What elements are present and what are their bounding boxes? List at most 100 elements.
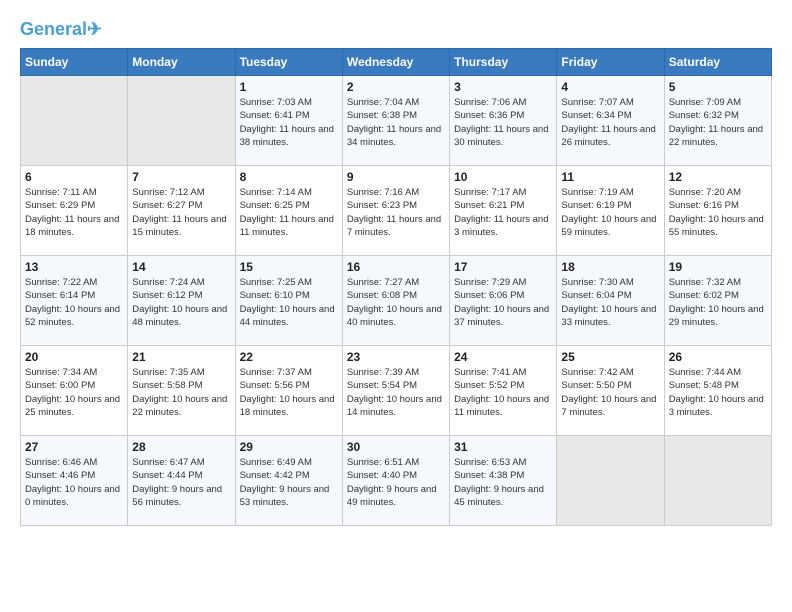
- calendar-day-cell: 25 Sunrise: 7:42 AMSunset: 5:50 PMDayligh…: [557, 346, 664, 436]
- calendar-day-cell: 27 Sunrise: 6:46 AMSunset: 4:46 PMDayligh…: [21, 436, 128, 526]
- calendar-day-cell: 15 Sunrise: 7:25 AMSunset: 6:10 PMDayligh…: [235, 256, 342, 346]
- calendar-day-cell: 13 Sunrise: 7:22 AMSunset: 6:14 PMDayligh…: [21, 256, 128, 346]
- logo-text-line1: General✈: [20, 20, 102, 38]
- day-info: Sunrise: 7:20 AMSunset: 6:16 PMDaylight:…: [669, 186, 767, 239]
- day-info: Sunrise: 6:51 AMSunset: 4:40 PMDaylight:…: [347, 456, 445, 509]
- day-info: Sunrise: 7:37 AMSunset: 5:56 PMDaylight:…: [240, 366, 338, 419]
- day-number: 7: [132, 170, 230, 184]
- day-info: Sunrise: 7:09 AMSunset: 6:32 PMDaylight:…: [669, 96, 767, 149]
- day-number: 23: [347, 350, 445, 364]
- weekday-header-cell: Saturday: [664, 49, 771, 76]
- day-info: Sunrise: 7:16 AMSunset: 6:23 PMDaylight:…: [347, 186, 445, 239]
- day-number: 12: [669, 170, 767, 184]
- day-number: 1: [240, 80, 338, 94]
- day-number: 19: [669, 260, 767, 274]
- day-number: 5: [669, 80, 767, 94]
- calendar-day-cell: 26Sunrise: 7:44 AMSunset: 5:48 PMDayligh…: [664, 346, 771, 436]
- day-info: Sunrise: 7:42 AMSunset: 5:50 PMDaylight:…: [561, 366, 659, 419]
- day-info: Sunrise: 7:32 AMSunset: 6:02 PMDaylight:…: [669, 276, 767, 329]
- day-info: Sunrise: 7:07 AMSunset: 6:34 PMDaylight:…: [561, 96, 659, 149]
- calendar-week-row: 13 Sunrise: 7:22 AMSunset: 6:14 PMDayligh…: [21, 256, 772, 346]
- day-info: Sunrise: 7:24 AMSunset: 6:12 PMDaylight:…: [132, 276, 230, 329]
- calendar-day-cell: 2Sunrise: 7:04 AMSunset: 6:38 PMDaylight…: [342, 76, 449, 166]
- day-number: 16: [347, 260, 445, 274]
- calendar-day-cell: 30 Sunrise: 6:51 AMSunset: 4:40 PMDayligh…: [342, 436, 449, 526]
- weekday-header-cell: Tuesday: [235, 49, 342, 76]
- weekday-header-cell: Sunday: [21, 49, 128, 76]
- day-info: Sunrise: 7:29 AMSunset: 6:06 PMDaylight:…: [454, 276, 552, 329]
- calendar-week-row: 20 Sunrise: 7:34 AMSunset: 6:00 PMDayligh…: [21, 346, 772, 436]
- day-number: 31: [454, 440, 552, 454]
- day-number: 6: [25, 170, 123, 184]
- calendar-day-cell: 3 Sunrise: 7:06 AMSunset: 6:36 PMDaylight…: [450, 76, 557, 166]
- calendar-day-cell: 31 Sunrise: 6:53 AMSunset: 4:38 PMDayligh…: [450, 436, 557, 526]
- day-info: Sunrise: 7:35 AMSunset: 5:58 PMDaylight:…: [132, 366, 230, 419]
- calendar-day-cell: 5 Sunrise: 7:09 AMSunset: 6:32 PMDaylight…: [664, 76, 771, 166]
- calendar-day-cell: 20 Sunrise: 7:34 AMSunset: 6:00 PMDayligh…: [21, 346, 128, 436]
- day-info: Sunrise: 7:17 AMSunset: 6:21 PMDaylight:…: [454, 186, 552, 239]
- day-info: Sunrise: 7:30 AMSunset: 6:04 PMDaylight:…: [561, 276, 659, 329]
- calendar-body: 1 Sunrise: 7:03 AMSunset: 6:41 PMDaylight…: [21, 76, 772, 526]
- day-number: 8: [240, 170, 338, 184]
- calendar-day-cell: [128, 76, 235, 166]
- calendar-day-cell: 14 Sunrise: 7:24 AMSunset: 6:12 PMDayligh…: [128, 256, 235, 346]
- day-number: 9: [347, 170, 445, 184]
- day-number: 22: [240, 350, 338, 364]
- day-info: Sunrise: 7:06 AMSunset: 6:36 PMDaylight:…: [454, 96, 552, 149]
- day-info: Sunrise: 7:34 AMSunset: 6:00 PMDaylight:…: [25, 366, 123, 419]
- day-number: 18: [561, 260, 659, 274]
- day-number: 11: [561, 170, 659, 184]
- day-info: Sunrise: 7:25 AMSunset: 6:10 PMDaylight:…: [240, 276, 338, 329]
- day-number: 14: [132, 260, 230, 274]
- calendar-day-cell: 17 Sunrise: 7:29 AMSunset: 6:06 PMDayligh…: [450, 256, 557, 346]
- day-info: Sunrise: 6:46 AMSunset: 4:46 PMDaylight:…: [25, 456, 123, 509]
- day-info: Sunrise: 7:04 AMSunset: 6:38 PMDaylight:…: [347, 96, 445, 149]
- day-number: 13: [25, 260, 123, 274]
- day-info: Sunrise: 7:12 AMSunset: 6:27 PMDaylight:…: [132, 186, 230, 239]
- day-info: Sunrise: 7:03 AMSunset: 6:41 PMDaylight:…: [240, 96, 338, 149]
- day-info: Sunrise: 6:47 AMSunset: 4:44 PMDaylight:…: [132, 456, 230, 509]
- day-number: 27: [25, 440, 123, 454]
- calendar-day-cell: 6 Sunrise: 7:11 AMSunset: 6:29 PMDaylight…: [21, 166, 128, 256]
- day-info: Sunrise: 7:39 AMSunset: 5:54 PMDaylight:…: [347, 366, 445, 419]
- calendar-day-cell: 12 Sunrise: 7:20 AMSunset: 6:16 PMDayligh…: [664, 166, 771, 256]
- calendar-week-row: 27 Sunrise: 6:46 AMSunset: 4:46 PMDayligh…: [21, 436, 772, 526]
- logo: General✈: [20, 20, 102, 38]
- day-info: Sunrise: 7:11 AMSunset: 6:29 PMDaylight:…: [25, 186, 123, 239]
- day-info: Sunrise: 7:19 AMSunset: 6:19 PMDaylight:…: [561, 186, 659, 239]
- day-info: Sunrise: 7:22 AMSunset: 6:14 PMDaylight:…: [25, 276, 123, 329]
- day-number: 21: [132, 350, 230, 364]
- calendar-day-cell: 4Sunrise: 7:07 AMSunset: 6:34 PMDaylight…: [557, 76, 664, 166]
- day-info: Sunrise: 7:41 AMSunset: 5:52 PMDaylight:…: [454, 366, 552, 419]
- day-number: 17: [454, 260, 552, 274]
- day-number: 28: [132, 440, 230, 454]
- calendar-day-cell: 19 Sunrise: 7:32 AMSunset: 6:02 PMDayligh…: [664, 256, 771, 346]
- weekday-header-cell: Thursday: [450, 49, 557, 76]
- weekday-header-cell: Friday: [557, 49, 664, 76]
- calendar-day-cell: 18 Sunrise: 7:30 AMSunset: 6:04 PMDayligh…: [557, 256, 664, 346]
- day-number: 24: [454, 350, 552, 364]
- day-number: 25: [561, 350, 659, 364]
- day-number: 10: [454, 170, 552, 184]
- day-info: Sunrise: 7:27 AMSunset: 6:08 PMDaylight:…: [347, 276, 445, 329]
- day-info: Sunrise: 6:53 AMSunset: 4:38 PMDaylight:…: [454, 456, 552, 509]
- calendar-week-row: 6 Sunrise: 7:11 AMSunset: 6:29 PMDaylight…: [21, 166, 772, 256]
- day-number: 3: [454, 80, 552, 94]
- calendar-day-cell: 9 Sunrise: 7:16 AMSunset: 6:23 PMDaylight…: [342, 166, 449, 256]
- calendar-day-cell: 16 Sunrise: 7:27 AMSunset: 6:08 PMDayligh…: [342, 256, 449, 346]
- calendar-day-cell: 10 Sunrise: 7:17 AMSunset: 6:21 PMDayligh…: [450, 166, 557, 256]
- day-number: 26: [669, 350, 767, 364]
- calendar-day-cell: 23 Sunrise: 7:39 AMSunset: 5:54 PMDayligh…: [342, 346, 449, 436]
- calendar-day-cell: 24 Sunrise: 7:41 AMSunset: 5:52 PMDayligh…: [450, 346, 557, 436]
- day-info: Sunrise: 6:49 AMSunset: 4:42 PMDaylight:…: [240, 456, 338, 509]
- page-header: General✈: [20, 20, 772, 38]
- calendar-day-cell: [664, 436, 771, 526]
- day-number: 20: [25, 350, 123, 364]
- calendar-day-cell: [21, 76, 128, 166]
- day-number: 30: [347, 440, 445, 454]
- calendar-day-cell: 21 Sunrise: 7:35 AMSunset: 5:58 PMDayligh…: [128, 346, 235, 436]
- calendar-day-cell: [557, 436, 664, 526]
- day-number: 15: [240, 260, 338, 274]
- calendar-table: SundayMondayTuesdayWednesdayThursdayFrid…: [20, 48, 772, 526]
- calendar-day-cell: 28 Sunrise: 6:47 AMSunset: 4:44 PMDayligh…: [128, 436, 235, 526]
